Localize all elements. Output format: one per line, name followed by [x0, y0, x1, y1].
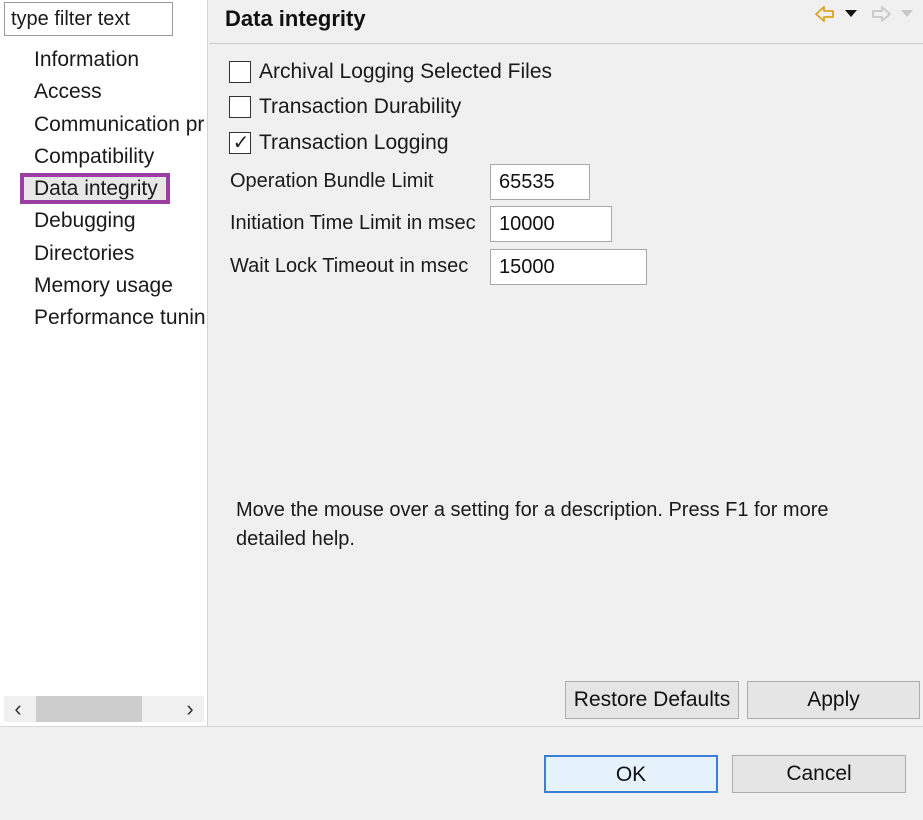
nav-item-label: Memory usage	[34, 274, 173, 298]
page-title: Data integrity	[225, 6, 366, 31]
scrollbar-thumb[interactable]	[36, 696, 142, 722]
field-label: Operation Bundle Limit	[230, 170, 434, 192]
nav-item-memory-usage[interactable]: Memory usage	[0, 270, 206, 302]
help-text: Move the mouse over a setting for a desc…	[236, 499, 829, 550]
nav-item-access[interactable]: Access	[0, 76, 206, 108]
wait-lock-timeout-input[interactable]	[490, 249, 647, 285]
apply-button[interactable]: Apply	[747, 681, 920, 719]
nav-item-performance-tuning[interactable]: Performance tuning	[0, 302, 206, 334]
scroll-left-icon[interactable]: ‹	[4, 696, 32, 722]
nav-item-label: Directories	[34, 241, 135, 265]
scroll-right-icon[interactable]: ›	[176, 696, 204, 722]
checkbox-label: Transaction Logging	[259, 131, 449, 154]
filter-input[interactable]	[4, 2, 173, 36]
transaction-logging-checkbox[interactable]: ✓	[229, 132, 251, 154]
transaction-durability-checkbox[interactable]	[229, 96, 251, 118]
preference-page: Data integrity Archival Logging Selected…	[209, 0, 923, 726]
archival-logging-checkbox[interactable]	[229, 61, 251, 83]
preferences-nav-pane: Information Access Communication pr Comp…	[0, 0, 208, 726]
checkmark-icon: ✓	[232, 132, 250, 154]
nav-item-label: Access	[34, 80, 102, 104]
nav-item-communication[interactable]: Communication pr	[0, 109, 206, 141]
back-arrow-icon	[815, 6, 834, 22]
nav-item-label: Data integrity	[20, 173, 170, 205]
horizontal-scrollbar[interactable]: ‹ ›	[4, 696, 204, 722]
nav-item-directories[interactable]: Directories	[0, 238, 206, 270]
nav-item-information[interactable]: Information	[0, 44, 206, 76]
checkbox-label: Transaction Durability	[259, 95, 462, 118]
nav-item-label: Compatibility	[34, 144, 155, 168]
nav-item-debugging[interactable]: Debugging	[0, 205, 206, 237]
transaction-durability-checkbox-row[interactable]: Transaction Durability	[229, 93, 461, 121]
dropdown-icon	[845, 10, 857, 17]
nav-item-label: Debugging	[34, 209, 136, 233]
field-label: Wait Lock Timeout in msec	[230, 255, 469, 277]
field-label: Initiation Time Limit in msec	[230, 212, 476, 234]
nav-item-label: Information	[34, 48, 140, 71]
transaction-logging-checkbox-row[interactable]: ✓ Transaction Logging	[229, 129, 449, 157]
restore-defaults-button[interactable]: Restore Defaults	[565, 681, 739, 719]
cancel-button[interactable]: Cancel	[732, 755, 906, 793]
dialog-button-bar: OK Cancel	[0, 726, 923, 820]
back-arrow-icon[interactable]	[813, 4, 837, 26]
dropdown-icon	[901, 10, 913, 17]
nav-tree: Information Access Communication pr Comp…	[0, 44, 206, 335]
initiation-time-limit-input[interactable]	[490, 206, 612, 242]
checkbox-label: Archival Logging Selected Files	[259, 60, 552, 83]
back-dropdown-icon[interactable]	[841, 4, 861, 26]
forward-arrow-icon[interactable]	[869, 4, 893, 26]
forward-arrow-icon	[872, 6, 891, 22]
ok-button[interactable]: OK	[544, 755, 718, 793]
forward-dropdown-icon[interactable]	[897, 4, 917, 26]
nav-item-label: Communication pr	[34, 112, 205, 136]
archival-logging-checkbox-row[interactable]: Archival Logging Selected Files	[229, 58, 552, 86]
nav-item-label: Performance tuning	[34, 306, 206, 330]
operation-bundle-limit-input[interactable]	[490, 164, 590, 200]
nav-item-compatibility[interactable]: Compatibility	[0, 141, 206, 173]
nav-item-data-integrity[interactable]: Data integrity	[0, 173, 206, 205]
page-header: Data integrity	[209, 0, 923, 44]
